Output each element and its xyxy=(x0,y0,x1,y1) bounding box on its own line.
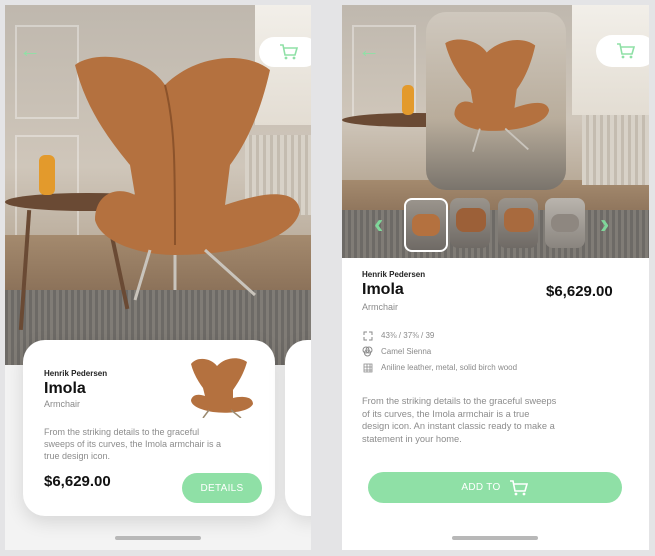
product-description: From the striking details to the gracefu… xyxy=(362,396,557,444)
designer-name: Henrik Pedersen xyxy=(44,369,108,378)
thumbnail-1[interactable] xyxy=(404,198,448,252)
product-name: Imola xyxy=(362,281,404,298)
cart-icon xyxy=(617,43,636,59)
product-price: $6,629.00 xyxy=(44,473,111,490)
cart-button[interactable] xyxy=(596,35,649,67)
next-product-card[interactable] xyxy=(285,340,311,516)
color-swatch-icon xyxy=(362,346,373,357)
spec-color: Camel Sienna xyxy=(362,346,431,357)
spec-material: Aniline leather, metal, solid birch wood xyxy=(362,362,517,373)
product-type: Armchair xyxy=(362,302,399,312)
chevron-left-icon[interactable]: ‹ xyxy=(374,210,383,238)
home-indicator xyxy=(115,536,201,540)
thumbnail-4[interactable] xyxy=(545,198,585,248)
designer-name: Henrik Pedersen xyxy=(362,270,426,279)
spec-dimensions: 43⅜ / 37⅜ / 39 xyxy=(362,330,434,341)
product-photo: ← xyxy=(5,5,311,365)
back-arrow-icon[interactable]: ← xyxy=(17,37,43,63)
chevron-right-icon[interactable]: › xyxy=(600,210,609,238)
dimensions-icon xyxy=(362,330,373,341)
product-detail-screen: ← ‹ › Henrik Pedersen Imola Armchair $6,… xyxy=(342,5,649,550)
product-list-screen: ← Henrik Pedersen Imola Armchair From th… xyxy=(5,5,311,550)
material-icon xyxy=(362,362,373,373)
product-price: $6,629.00 xyxy=(546,283,613,300)
featured-image xyxy=(426,12,566,190)
cart-button[interactable] xyxy=(259,37,311,67)
product-description: From the striking details to the gracefu… xyxy=(44,427,222,462)
product-type: Armchair xyxy=(44,399,81,409)
cart-icon xyxy=(280,44,299,60)
cart-icon xyxy=(509,479,528,495)
add-to-cart-button[interactable]: ADD TO xyxy=(368,472,622,503)
thumbnail-3[interactable] xyxy=(498,198,538,248)
vase xyxy=(39,155,55,195)
thumbnail-2[interactable] xyxy=(450,198,490,248)
back-arrow-icon[interactable]: ← xyxy=(356,37,382,63)
product-card[interactable]: Henrik Pedersen Imola Armchair From the … xyxy=(23,340,275,516)
product-name: Imola xyxy=(44,380,86,397)
armchair-image xyxy=(75,56,300,301)
armchair-image xyxy=(445,39,550,152)
details-button[interactable]: DETAILS xyxy=(182,473,262,503)
home-indicator xyxy=(452,536,538,540)
product-thumbnail xyxy=(191,358,253,418)
